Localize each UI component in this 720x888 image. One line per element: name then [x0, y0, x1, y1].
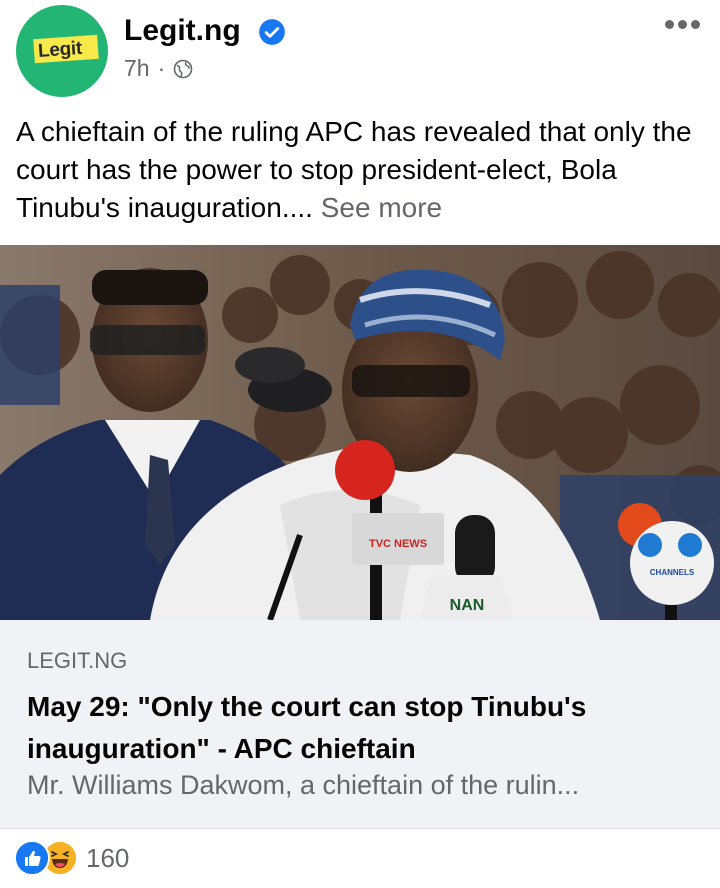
post-timestamp[interactable]: 7h: [124, 55, 150, 82]
link-description: Mr. Williams Dakwom, a chieftain of the …: [27, 770, 580, 800]
news-photo-image: TVC NEWS NAN CHANNELS: [0, 245, 720, 620]
link-title[interactable]: May 29: "Only the court can stop Tinubu'…: [27, 686, 697, 770]
page-name-link[interactable]: Legit.ng: [124, 14, 241, 48]
post-meta: 7h ·: [124, 55, 193, 82]
mic-label-tvc: TVC NEWS: [369, 538, 427, 550]
verified-badge-icon: [259, 19, 285, 45]
legit-logo: Legit: [33, 34, 99, 64]
link-domain: LEGIT.NG: [27, 648, 128, 673]
reactions-summary[interactable]: 160: [14, 840, 129, 876]
reaction-count: 160: [86, 842, 130, 873]
see-more-link[interactable]: See more: [321, 192, 442, 223]
like-icon: [14, 840, 50, 876]
more-options-icon[interactable]: [665, 20, 700, 29]
link-preview-card[interactable]: LEGIT.NG May 29: "Only the court can sto…: [0, 620, 720, 829]
mic-label-channels: CHANNELS: [650, 568, 695, 577]
meta-separator: ·: [157, 55, 166, 81]
post-header: Legit Legit.ng 7h ·: [0, 0, 720, 108]
post-photo[interactable]: TVC NEWS NAN CHANNELS: [0, 245, 720, 620]
post-body: A chieftain of the ruling APC has reveal…: [16, 113, 706, 227]
globe-icon: [173, 59, 193, 78]
mic-label-nan: NAN: [450, 597, 485, 614]
page-avatar[interactable]: Legit: [16, 5, 108, 97]
logo-text: Legit: [37, 37, 83, 62]
